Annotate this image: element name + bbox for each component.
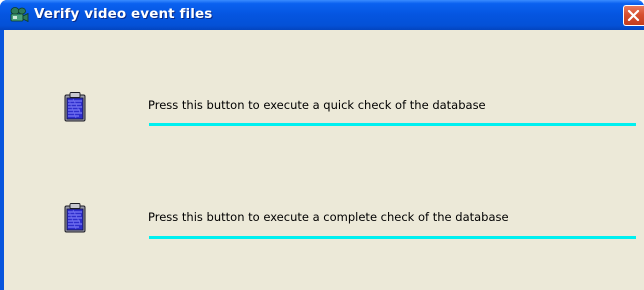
complete-check-progress — [149, 236, 636, 239]
dialog-body: Press this button to execute a quick che… — [4, 30, 644, 290]
title-bar[interactable]: Verify video event files — [0, 0, 644, 30]
quick-check-label: Press this button to execute a quick che… — [148, 98, 486, 112]
complete-check-label: Press this button to execute a complete … — [148, 210, 509, 224]
close-button[interactable] — [623, 5, 644, 26]
video-camera-icon — [10, 7, 29, 23]
app-window: Verify video event files Press this butt… — [0, 0, 644, 290]
window-title: Verify video event files — [34, 6, 213, 22]
complete-check-button[interactable] — [64, 203, 86, 233]
quick-check-progress — [149, 123, 636, 126]
quick-check-button[interactable] — [64, 92, 86, 122]
close-icon — [627, 9, 640, 22]
clipboard-icon — [64, 92, 86, 122]
clipboard-icon — [64, 203, 86, 233]
